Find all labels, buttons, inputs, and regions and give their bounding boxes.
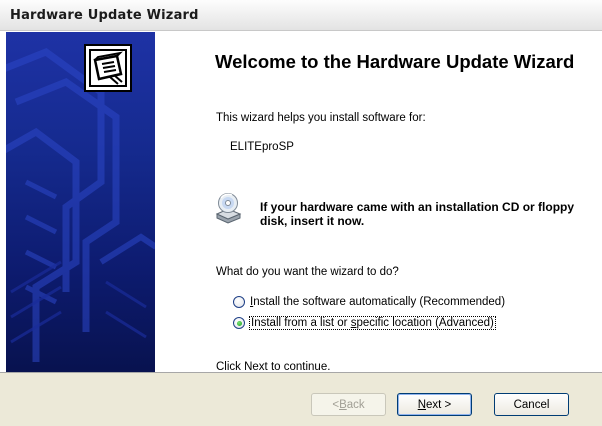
option-install-from-list[interactable]: Install from a list or specific location… [233,315,496,331]
button-bar: < Back Next > Cancel [0,372,602,426]
intro-text: This wizard helps you install software f… [216,112,426,124]
wizard-question: What do you want the wizard to do? [216,266,399,278]
hardware-wizard-icon [84,44,132,92]
option-label-automatic[interactable]: Install the software automatically (Reco… [249,296,506,308]
wizard-content: Welcome to the Hardware Update Wizard Th… [155,32,602,373]
wizard-side-panel [6,32,155,372]
cd-notice: If your hardware came with an installati… [260,200,575,228]
device-name: ELITEproSP [230,141,294,153]
radio-install-from-list[interactable] [233,317,245,329]
next-button[interactable]: Next > [397,393,472,416]
cd-drive-icon [214,192,242,224]
back-button[interactable]: < Back [311,393,386,416]
page-title: Welcome to the Hardware Update Wizard [215,51,575,72]
title-bar[interactable]: Hardware Update Wizard [0,0,602,31]
window-title: Hardware Update Wizard [10,8,199,23]
radio-install-automatically[interactable] [233,296,245,308]
wizard-background-graphic [6,48,155,362]
option-install-automatically[interactable]: Install the software automatically (Reco… [233,294,506,310]
cancel-button[interactable]: Cancel [494,393,569,416]
option-label-advanced[interactable]: Install from a list or specific location… [249,316,496,330]
